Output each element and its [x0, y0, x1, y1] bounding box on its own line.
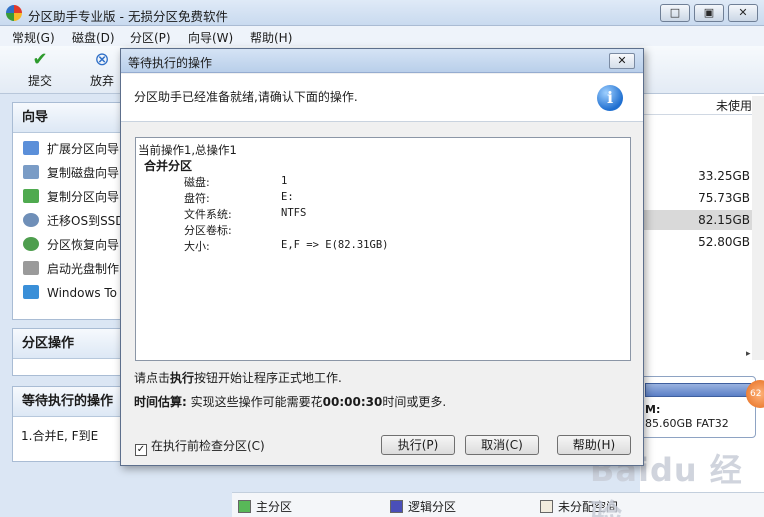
column-unused[interactable]: 未使用	[640, 97, 758, 115]
field-label-filesystem: 文件系统:	[184, 208, 232, 221]
disk-info: 85.60GB FAT32	[645, 417, 729, 430]
menu-wizard[interactable]: 向导(W)	[188, 29, 233, 46]
wizard-item-label: 复制磁盘向导	[47, 166, 120, 180]
info-icon: i	[597, 85, 623, 111]
logical-swatch	[390, 500, 403, 513]
wizard-item-label: 扩展分区向导	[47, 142, 120, 156]
wizard-item-extend[interactable]: 扩展分区向导	[23, 139, 119, 159]
disk-card[interactable]: M: 85.60GB FAT32	[640, 376, 756, 438]
operation-name: 合并分区	[144, 159, 193, 173]
field-label-disk: 磁盘:	[184, 176, 210, 189]
table-row-selected[interactable]: 82.15GB	[640, 210, 756, 230]
pending-operations-dialog: 等待执行的操作 ✕ 分区助手已经准备就绪,请确认下面的操作. i 当前操作1,总…	[120, 48, 644, 466]
time-text: 时间或更多.	[382, 395, 447, 409]
instruction-note: 请点击执行按钮开始让程序正式地工作.	[134, 369, 342, 386]
wizard-item-label: 复制分区向导	[47, 190, 120, 204]
help-button[interactable]: 帮助(H)	[557, 435, 631, 455]
recover-icon	[23, 237, 39, 251]
bootdisk-icon	[23, 261, 39, 275]
wizard-item-bootdisk[interactable]: 启动光盘制作	[23, 259, 119, 279]
menu-disk[interactable]: 磁盘(D)	[72, 29, 115, 46]
checkbox-label: 在执行前检查分区(C)	[151, 439, 265, 453]
disk-usage-bar	[645, 383, 751, 397]
title-bar: 分区助手专业版 - 无损分区免费软件 □ ▣ ✕	[0, 0, 764, 26]
copy-partition-icon	[23, 189, 39, 203]
wizard-item-label: 启动光盘制作	[47, 262, 120, 276]
legend-primary: 主分区	[238, 498, 292, 515]
field-value-letter: E:	[281, 191, 294, 203]
table-row[interactable]: 75.73GB	[640, 188, 756, 208]
operation-counter: 当前操作1,总操作1	[138, 143, 237, 157]
menu-bar: 常规(G) 磁盘(D) 分区(P) 向导(W) 帮助(H)	[0, 26, 764, 46]
legend-logical: 逻辑分区	[390, 498, 456, 515]
wizard-item-migrate[interactable]: 迁移OS到SSD	[23, 211, 125, 231]
note-text: 按钮开始让程序正式地工作.	[194, 371, 342, 385]
time-text: 实现这些操作可能需要花	[190, 395, 323, 409]
legend-label: 逻辑分区	[408, 500, 457, 514]
app-icon	[6, 5, 22, 21]
wizard-item-recover[interactable]: 分区恢复向导	[23, 235, 119, 255]
scroll-right-arrow-icon[interactable]: ▸	[746, 349, 751, 359]
wizard-item-copy-partition[interactable]: 复制分区向导	[23, 187, 119, 207]
check-before-execute-checkbox[interactable]: ✓ 在执行前检查分区(C)	[135, 437, 265, 456]
primary-swatch	[238, 500, 251, 513]
menu-help[interactable]: 帮助(H)	[250, 29, 292, 46]
dialog-title-bar: 等待执行的操作 ✕	[121, 49, 643, 73]
extend-icon	[23, 141, 39, 155]
migrate-icon	[23, 213, 39, 227]
legend-label: 主分区	[256, 500, 293, 514]
menu-partition[interactable]: 分区(P)	[130, 29, 171, 46]
checkbox-checked-icon[interactable]: ✓	[135, 444, 147, 456]
disk-label: M:	[645, 403, 661, 416]
menu-general[interactable]: 常规(G)	[12, 29, 55, 46]
unallocated-swatch	[540, 500, 553, 513]
discard-button[interactable]: ⊗ 放弃	[82, 50, 122, 89]
checkmark-icon: ✔	[32, 49, 48, 70]
window-title: 分区助手专业版 - 无损分区免费软件	[28, 9, 228, 24]
field-value-disk: 1	[281, 175, 288, 187]
note-bold: 执行	[170, 371, 195, 385]
commit-button[interactable]: ✔ 提交	[20, 50, 60, 89]
dialog-close-button[interactable]: ✕	[609, 53, 635, 69]
time-label: 时间估算:	[134, 395, 187, 409]
windows-icon	[23, 285, 39, 299]
wizard-item-label: 分区恢复向导	[47, 238, 120, 252]
execute-button[interactable]: 执行(P)	[381, 435, 455, 455]
vertical-scrollbar[interactable]	[752, 96, 764, 360]
close-button[interactable]: ✕	[728, 4, 758, 22]
wizard-item-label: 迁移OS到SSD	[47, 214, 125, 228]
dialog-title: 等待执行的操作	[128, 56, 213, 70]
cancel-button[interactable]: 取消(C)	[465, 435, 539, 455]
wizard-item-copy-disk[interactable]: 复制磁盘向导	[23, 163, 119, 183]
field-value-filesystem: NTFS	[281, 207, 307, 219]
note-text: 请点击	[134, 371, 171, 385]
operation-details: 当前操作1,总操作1 合并分区 磁盘: 1 盘符: E: 文件系统: NTFS …	[135, 137, 631, 361]
table-row[interactable]: 52.80GB	[640, 232, 756, 252]
copy-disk-icon	[23, 165, 39, 179]
minimize-button[interactable]: □	[660, 4, 690, 22]
commit-label: 提交	[27, 74, 52, 88]
dialog-header-text: 分区助手已经准备就绪,请确认下面的操作.	[134, 90, 358, 104]
field-label-letter: 盘符:	[184, 192, 210, 205]
table-row[interactable]: 33.25GB	[640, 166, 756, 186]
field-label-size: 大小:	[184, 240, 210, 253]
discard-icon: ⊗	[94, 49, 110, 70]
dialog-header: 分区助手已经准备就绪,请确认下面的操作. i	[121, 74, 643, 122]
maximize-button[interactable]: ▣	[694, 4, 724, 22]
field-label-volume: 分区卷标:	[184, 224, 232, 237]
time-value: 00:00:30	[322, 395, 383, 409]
field-value-size: E,F => E(82.31GB)	[281, 239, 389, 251]
discard-label: 放弃	[89, 74, 114, 88]
time-estimate: 时间估算: 实现这些操作可能需要花00:00:30时间或更多.	[134, 393, 446, 410]
